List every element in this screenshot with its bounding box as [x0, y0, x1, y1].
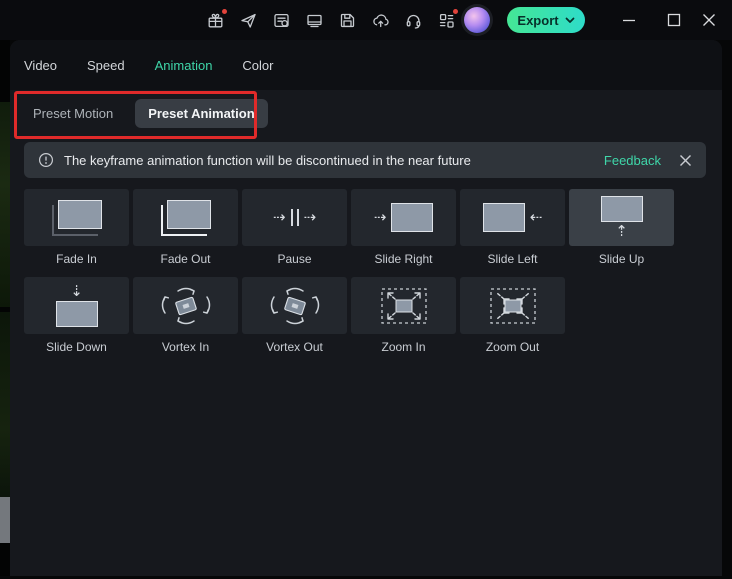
panel-tabbar: Video Speed Animation Color [10, 40, 722, 90]
minimize-icon [623, 19, 635, 22]
app-window: Export Video Speed Animation Color Prese… [0, 0, 732, 579]
titlebar: Export [0, 0, 732, 40]
subtab-preset-animation[interactable]: Preset Animation [135, 98, 268, 128]
slide-down-icon: ⇣ [24, 277, 129, 334]
preset-label: Pause [277, 252, 312, 266]
apps-grid-icon[interactable] [437, 8, 458, 30]
zoom-in-icon [351, 277, 456, 334]
preset-slide-left[interactable]: ⇠ Slide Left [460, 189, 565, 277]
background-media-strip [0, 40, 10, 576]
user-avatar[interactable] [464, 7, 490, 33]
close-button[interactable] [694, 0, 724, 40]
minimize-button[interactable] [614, 0, 644, 40]
animation-subtabs: Preset Motion Preset Animation [10, 90, 722, 136]
banner-message: The keyframe animation function will be … [64, 152, 471, 168]
preset-label: Vortex In [161, 340, 210, 354]
chevron-down-icon [565, 17, 574, 23]
background-ui-fragment [0, 497, 10, 543]
send-icon[interactable] [239, 11, 258, 30]
vortex-in-icon [133, 277, 238, 334]
preset-label: Zoom Out [485, 340, 540, 354]
fade-in-icon [24, 189, 129, 246]
preset-vortex-out[interactable]: Vortex Out [242, 277, 347, 365]
cloud-upload-icon[interactable] [371, 11, 390, 30]
tab-video[interactable]: Video [24, 58, 57, 73]
background-video-thumbnail [0, 102, 10, 307]
subtab-preset-motion[interactable]: Preset Motion [33, 106, 113, 121]
deprecation-banner: The keyframe animation function will be … [24, 142, 706, 178]
preset-label: Vortex Out [266, 340, 323, 354]
slide-up-icon: ⇡ [569, 189, 674, 246]
preset-animation-grid: Fade In Fade Out ⇢ ⇢ Pause ⇢ Slide Right ⇠ Slide… [24, 189, 674, 365]
preset-label: Fade Out [160, 252, 211, 266]
tab-animation[interactable]: Animation [155, 58, 213, 73]
background-video-thumbnail [0, 312, 10, 508]
feedback-link[interactable]: Feedback [604, 153, 661, 168]
notification-dot [222, 8, 227, 14]
display-icon[interactable] [305, 11, 324, 30]
project-notes-icon[interactable] [272, 11, 291, 30]
tab-color[interactable]: Color [242, 58, 273, 73]
gift-icon[interactable] [206, 8, 227, 30]
preset-label: Slide Left [487, 252, 538, 266]
slide-right-icon: ⇢ [351, 189, 456, 246]
close-icon [703, 14, 715, 26]
notification-dot [453, 8, 458, 14]
preset-pause[interactable]: ⇢ ⇢ Pause [242, 189, 347, 277]
zoom-out-icon [460, 277, 565, 334]
export-button-label: Export [517, 12, 559, 28]
save-icon[interactable] [338, 11, 357, 30]
preset-slide-up[interactable]: ⇡ Slide Up [569, 189, 674, 277]
preset-label: Slide Down [46, 340, 107, 354]
preset-zoom-in[interactable]: Zoom In [351, 277, 456, 365]
preset-label: Fade In [56, 252, 97, 266]
banner-close-button[interactable] [679, 154, 692, 167]
vortex-out-icon [242, 277, 347, 334]
preset-vortex-in[interactable]: Vortex In [133, 277, 238, 365]
fade-out-icon [133, 189, 238, 246]
preset-label: Zoom In [381, 340, 426, 354]
preset-label: Slide Right [374, 252, 433, 266]
preset-slide-right[interactable]: ⇢ Slide Right [351, 189, 456, 277]
headset-support-icon[interactable] [404, 11, 423, 30]
preset-zoom-out[interactable]: Zoom Out [460, 277, 565, 365]
preset-label: Slide Up [598, 252, 645, 266]
info-icon [38, 152, 54, 168]
banner-close-icon [680, 154, 691, 166]
pause-icon: ⇢ ⇢ [242, 189, 347, 246]
preset-slide-down[interactable]: ⇣ Slide Down [24, 277, 129, 365]
preset-fade-in[interactable]: Fade In [24, 189, 129, 277]
tab-speed[interactable]: Speed [87, 58, 125, 73]
titlebar-icon-group [206, 0, 458, 40]
properties-panel: Video Speed Animation Color Preset Motion Pr… [10, 40, 722, 576]
maximize-icon [667, 13, 681, 27]
slide-left-icon: ⇠ [460, 189, 565, 246]
export-button[interactable]: Export [507, 7, 585, 33]
preset-fade-out[interactable]: Fade Out [133, 189, 238, 277]
maximize-button[interactable] [659, 0, 689, 40]
